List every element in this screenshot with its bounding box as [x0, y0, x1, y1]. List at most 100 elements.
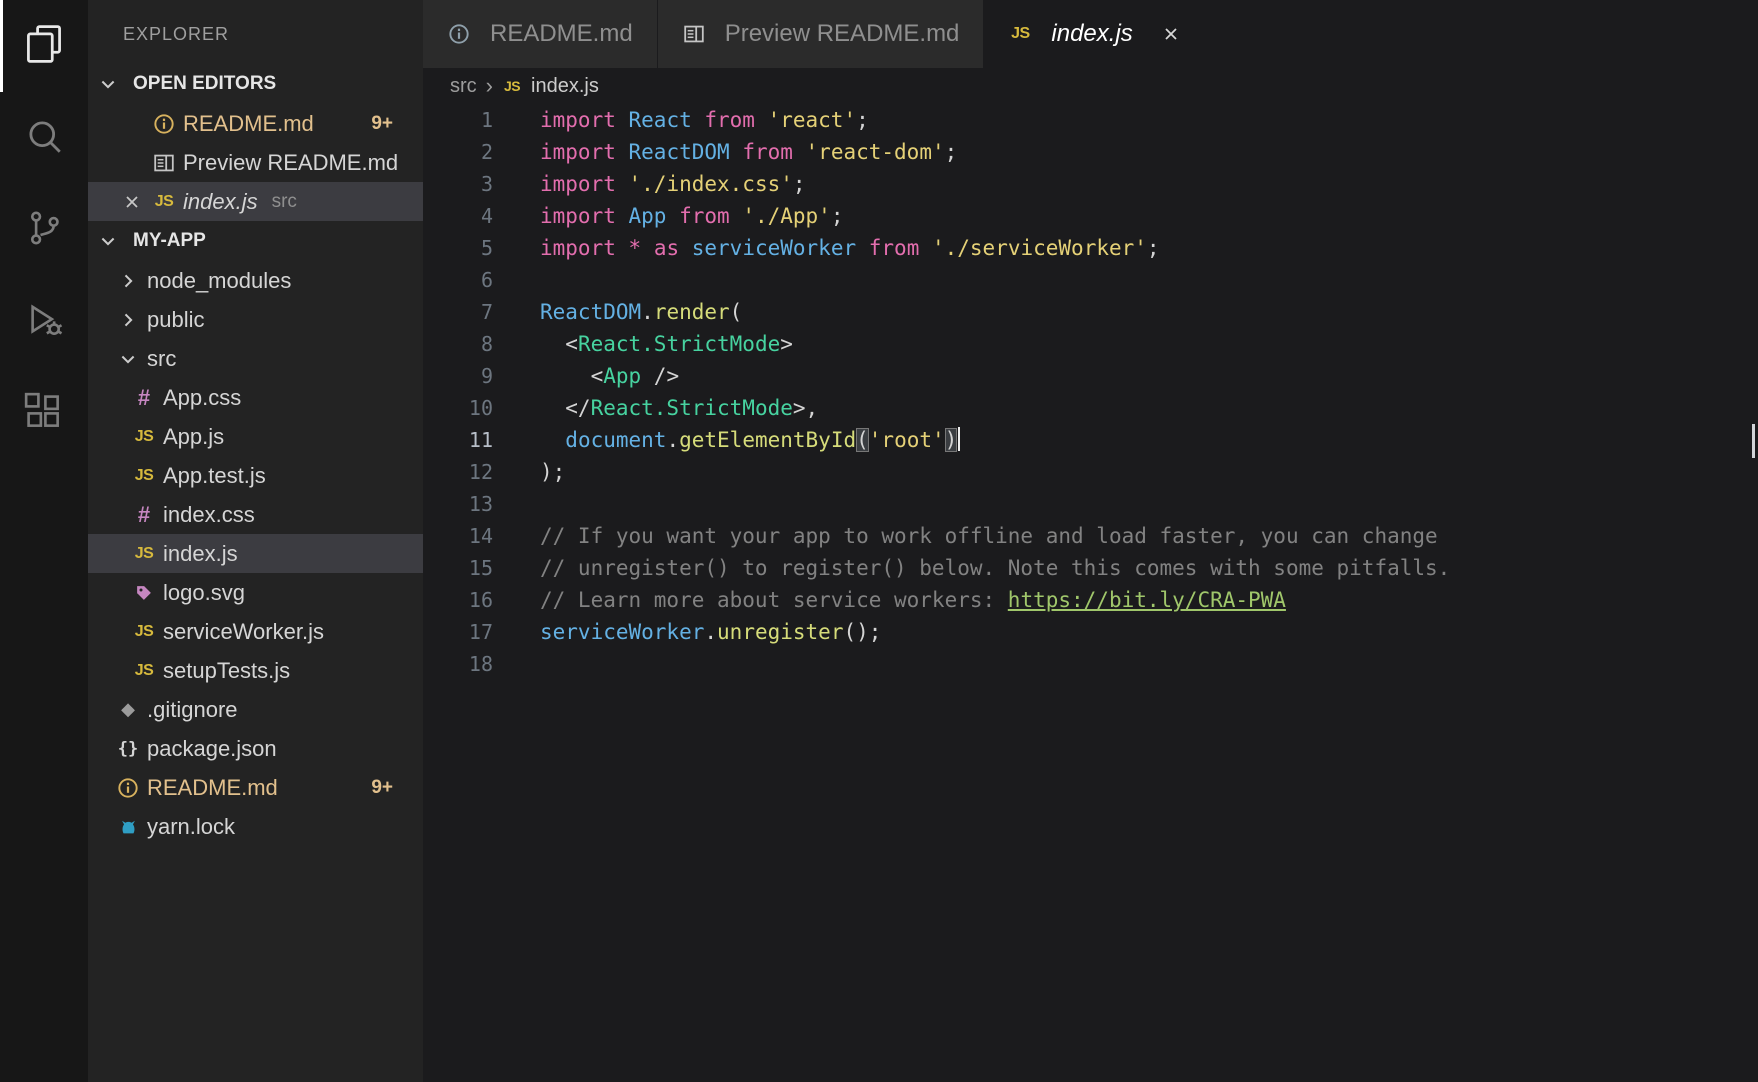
code-line-18[interactable]: 18 [423, 648, 1758, 680]
tree-item-src[interactable]: src [88, 339, 423, 378]
code-line-17[interactable]: 17serviceWorker.unregister(); [423, 616, 1758, 648]
open-editor-label: index.js [183, 189, 258, 215]
code-line-14[interactable]: 14 // If you want your app to work offlin… [423, 520, 1758, 552]
activity-item-extensions[interactable] [0, 368, 88, 460]
code-line-10[interactable]: 10 </React.StrictMode>, [423, 392, 1758, 424]
tree-item-label: App.css [163, 385, 241, 411]
source-control-icon [23, 207, 65, 254]
open-editors-label: OPEN EDITORS [133, 73, 276, 95]
tree-item-label: src [147, 346, 176, 372]
tree-item-package-json[interactable]: {}package.json [88, 729, 423, 768]
code-token: ); [540, 460, 565, 484]
open-editors-header[interactable]: OPEN EDITORS [88, 64, 423, 104]
tree-item--gitignore[interactable]: ◆.gitignore [88, 690, 423, 729]
line-number: 3 [423, 168, 493, 200]
code-line-7[interactable]: 7ReactDOM.render( [423, 296, 1758, 328]
code-token: . [704, 620, 717, 644]
file-tree: node_modulespublic src #App.cssJSApp.jsJSA… [88, 261, 423, 846]
code-line-16[interactable]: 16// Learn more about service workers: h… [423, 584, 1758, 616]
tree-item-app-test-js[interactable]: JSApp.test.js [88, 456, 423, 495]
code-content: import App from './App'; [540, 200, 843, 232]
tree-item-label: App.test.js [163, 463, 266, 489]
code-token: document [565, 428, 666, 452]
tab-index-js[interactable]: JSindex.js [984, 0, 1205, 68]
code-line-2[interactable]: 2import ReactDOM from 'react-dom'; [423, 136, 1758, 168]
open-editor-preview-readme-md[interactable]: Preview README.md [88, 143, 423, 182]
code-line-9[interactable]: 9 <App /> [423, 360, 1758, 392]
close-icon[interactable] [1161, 24, 1181, 44]
tree-item-readme-md[interactable]: README.md9+ [88, 768, 423, 807]
tab-label: Preview README.md [725, 20, 960, 48]
activity-item-search[interactable] [0, 92, 88, 184]
open-editor-index-js[interactable]: JSindex.jssrc [88, 182, 423, 221]
code-token: https://bit.ly/CRA-PWA [1008, 588, 1286, 612]
json-icon: {} [116, 739, 140, 759]
code-line-8[interactable]: 8 <React.StrictMode> [423, 328, 1758, 360]
code-content: ); [540, 456, 565, 488]
code-token: from [869, 236, 932, 260]
line-number: 14 [423, 520, 493, 552]
code-content: import ReactDOM from 'react-dom'; [540, 136, 957, 168]
code-token: import [540, 204, 629, 228]
tab-preview-readme-md[interactable]: Preview README.md [658, 0, 985, 68]
code-line-3[interactable]: 3import './index.css'; [423, 168, 1758, 200]
code-line-11[interactable]: 11 document.getElementById('root') [423, 424, 1758, 456]
code-token: serviceWorker [540, 620, 704, 644]
tree-item-app-css[interactable]: #App.css [88, 378, 423, 417]
code-line-6[interactable]: 6 [423, 264, 1758, 296]
code-token: ( [730, 300, 743, 324]
activity-item-run-debug[interactable] [0, 276, 88, 368]
tree-item-label: README.md [147, 775, 278, 801]
code-content: document.getElementById('root') [540, 424, 960, 456]
tree-item-yarn-lock[interactable]: yarn.lock [88, 807, 423, 846]
tree-item-setuptests-js[interactable]: JSsetupTests.js [88, 651, 423, 690]
vscode-window: EXPLORER OPEN EDITORS README.md9+Preview… [0, 0, 1758, 1082]
tree-item-label: index.js [163, 541, 238, 567]
tree-item-label: setupTests.js [163, 658, 290, 684]
breadcrumb-file[interactable]: index.js [531, 75, 599, 98]
code-token: unregister [717, 620, 843, 644]
code-line-4[interactable]: 4import App from './App'; [423, 200, 1758, 232]
code-token: 'react' [768, 108, 857, 132]
line-number: 17 [423, 616, 493, 648]
code-token: // Learn more about service workers: [540, 588, 1008, 612]
code-content: <React.StrictMode> [540, 328, 793, 360]
code-content: // Learn more about service workers: htt… [540, 584, 1286, 616]
chev-right-icon [116, 271, 140, 291]
chev-down-icon [116, 349, 140, 369]
code-editor[interactable]: 1import React from 'react';2import React… [423, 104, 1758, 1082]
tab-readme-md[interactable]: README.md [423, 0, 658, 68]
tree-item-index-css[interactable]: #index.css [88, 495, 423, 534]
tree-item-index-js[interactable]: JSindex.js [88, 534, 423, 573]
tree-item-serviceworker-js[interactable]: JSserviceWorker.js [88, 612, 423, 651]
run-debug-icon [23, 299, 65, 346]
problems-badge: 9+ [371, 113, 393, 135]
svg-file-icon [132, 583, 156, 603]
tree-item-public[interactable]: public [88, 300, 423, 339]
code-token: ; [945, 140, 958, 164]
activity-item-explorer[interactable] [0, 0, 88, 92]
workspace-header[interactable]: MY-APP [88, 221, 423, 261]
tab-bar-filler [1206, 0, 1758, 68]
tree-item-label: index.css [163, 502, 255, 528]
open-editor-readme-md[interactable]: README.md9+ [88, 104, 423, 143]
code-content: </React.StrictMode>, [540, 392, 818, 424]
code-line-13[interactable]: 13 [423, 488, 1758, 520]
code-line-1[interactable]: 1import React from 'react'; [423, 104, 1758, 136]
code-content: ReactDOM.render( [540, 296, 742, 328]
code-content: // If you want your app to work offline … [540, 520, 1438, 552]
tree-item-node-modules[interactable]: node_modules [88, 261, 423, 300]
code-line-12[interactable]: 12); [423, 456, 1758, 488]
line-number: 11 [423, 424, 493, 456]
code-token: import [540, 108, 629, 132]
tree-item-app-js[interactable]: JSApp.js [88, 417, 423, 456]
tree-item-logo-svg[interactable]: logo.svg [88, 573, 423, 612]
line-number: 8 [423, 328, 493, 360]
close-icon[interactable] [120, 192, 144, 212]
breadcrumb-segment[interactable]: src [450, 75, 477, 98]
code-line-5[interactable]: 5import * as serviceWorker from './servi… [423, 232, 1758, 264]
code-line-15[interactable]: 15// unregister() to register() below. N… [423, 552, 1758, 584]
activity-item-source-control[interactable] [0, 184, 88, 276]
tree-item-label: .gitignore [147, 697, 238, 723]
code-token: ReactDOM [629, 140, 743, 164]
